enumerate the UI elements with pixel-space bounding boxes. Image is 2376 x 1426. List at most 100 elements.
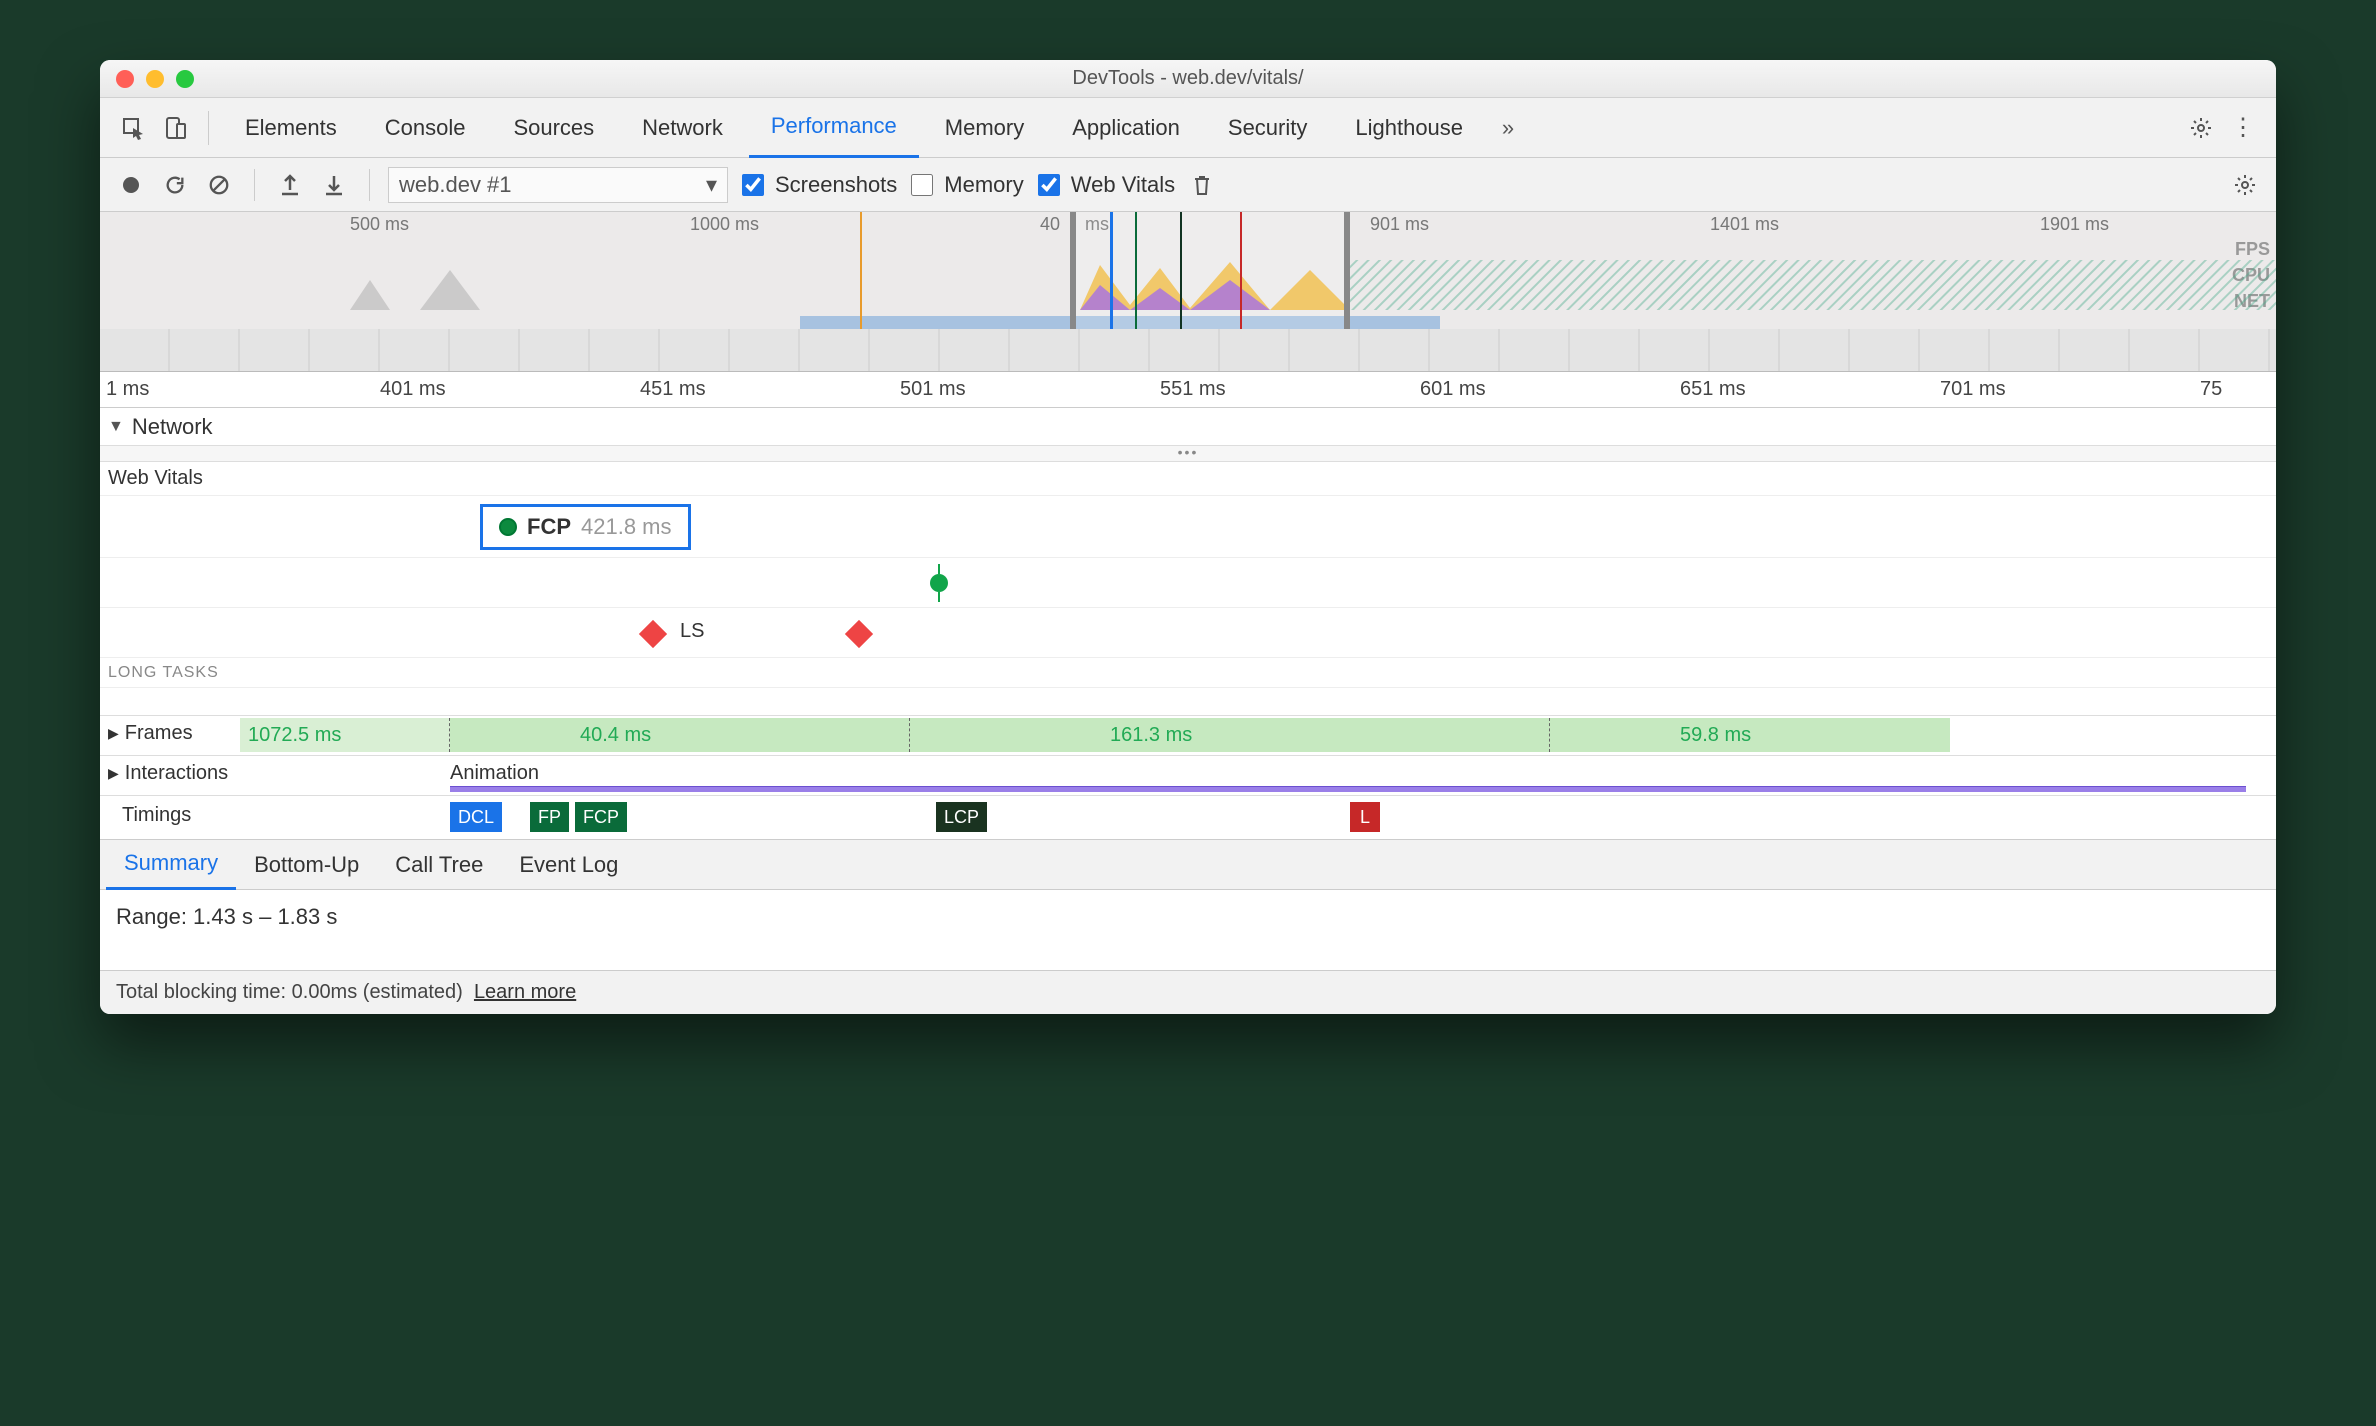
longtasks-header: LONG TASKS	[100, 658, 2276, 688]
timing-badge-fp[interactable]: FP	[530, 802, 569, 832]
settings-icon[interactable]	[2182, 109, 2220, 147]
summary-panel: Range: 1.43 s – 1.83 s	[100, 890, 2276, 970]
layout-shift-marker-icon[interactable]	[639, 620, 667, 648]
titlebar: DevTools - web.dev/vitals/	[100, 60, 2276, 98]
ruler-tick: 451 ms	[640, 378, 706, 401]
tab-network[interactable]: Network	[620, 98, 745, 158]
time-ruler[interactable]: 1 ms 401 ms 451 ms 501 ms 551 ms 601 ms …	[100, 372, 2276, 408]
overview-tick: 1401 ms	[1710, 214, 1779, 235]
overview-filmstrip	[100, 329, 2276, 371]
collapse-icon: ▼	[108, 418, 124, 436]
profile-select[interactable]: web.dev #1 ▾	[388, 167, 728, 203]
good-indicator-icon	[499, 518, 517, 536]
clear-button[interactable]	[202, 168, 236, 202]
overview-tick: 1901 ms	[2040, 214, 2109, 235]
details-tab-bottomup[interactable]: Bottom-Up	[236, 840, 377, 890]
ruler-tick: 1 ms	[106, 378, 149, 401]
window-title: DevTools - web.dev/vitals/	[100, 67, 2276, 90]
details-tabs: Summary Bottom-Up Call Tree Event Log	[100, 840, 2276, 890]
frame-block[interactable]: 1072.5 ms	[240, 718, 450, 752]
profile-select-value: web.dev #1	[399, 172, 512, 198]
record-button[interactable]	[114, 168, 148, 202]
details-tab-calltree[interactable]: Call Tree	[377, 840, 501, 890]
layout-shift-marker-icon[interactable]	[845, 620, 873, 648]
fcp-marker-tooltip[interactable]: FCP 421.8 ms	[480, 504, 691, 550]
webvitals-section-header: Web Vitals	[100, 462, 2276, 496]
tab-console[interactable]: Console	[363, 98, 488, 158]
overview-fps-label: FPS	[2232, 236, 2270, 262]
screenshots-checkbox[interactable]: Screenshots	[738, 171, 897, 199]
footer: Total blocking time: 0.00ms (estimated) …	[100, 970, 2276, 1014]
window-controls	[100, 70, 194, 88]
memory-checkbox[interactable]: Memory	[907, 171, 1023, 199]
overview-marker	[1180, 212, 1182, 329]
frame-block[interactable]: 40.4 ms	[450, 718, 910, 752]
details-tab-eventlog[interactable]: Event Log	[501, 840, 636, 890]
ruler-tick: 75	[2200, 378, 2222, 401]
maximize-window-button[interactable]	[176, 70, 194, 88]
timing-badge-fcp[interactable]: FCP	[575, 802, 627, 832]
capture-settings-icon[interactable]	[2228, 168, 2262, 202]
frame-block[interactable]: 59.8 ms	[1550, 718, 1950, 752]
frame-block[interactable]: 161.3 ms	[910, 718, 1550, 752]
device-toolbar-icon[interactable]	[156, 109, 194, 147]
tab-memory[interactable]: Memory	[923, 98, 1046, 158]
more-tabs-icon[interactable]: »	[1489, 109, 1527, 147]
overview-timeline[interactable]: 500 ms 1000 ms 40 ms 901 ms 1401 ms 1901…	[100, 212, 2276, 372]
reload-record-button[interactable]	[158, 168, 192, 202]
timings-row[interactable]: Timings DCL FP FCP LCP L	[100, 796, 2276, 840]
expand-icon: ▶	[108, 725, 119, 742]
devtools-window: DevTools - web.dev/vitals/ Elements Cons…	[100, 60, 2276, 1014]
tab-lighthouse[interactable]: Lighthouse	[1333, 98, 1485, 158]
kebab-menu-icon[interactable]: ⋮	[2224, 109, 2262, 147]
ruler-tick: 651 ms	[1680, 378, 1746, 401]
webvitals-lane-lcp[interactable]	[100, 558, 2276, 608]
ruler-tick: 501 ms	[900, 378, 966, 401]
save-profile-button[interactable]	[317, 168, 351, 202]
chevron-down-icon: ▾	[706, 172, 717, 198]
overview-marker	[1135, 212, 1137, 329]
frames-row[interactable]: ▶Frames 1072.5 ms 40.4 ms 161.3 ms 59.8 …	[100, 716, 2276, 756]
ls-label: LS	[680, 620, 704, 643]
network-section-header[interactable]: ▼ Network	[100, 408, 2276, 446]
longtasks-lane[interactable]	[100, 688, 2276, 716]
interactions-row[interactable]: ▶Interactions Animation	[100, 756, 2276, 796]
inspect-element-icon[interactable]	[114, 109, 152, 147]
tab-elements[interactable]: Elements	[223, 98, 359, 158]
timing-badge-load[interactable]: L	[1350, 802, 1380, 832]
overview-tick: 500 ms	[350, 214, 409, 235]
webvitals-lane-fcp[interactable]: FCP 421.8 ms	[100, 496, 2276, 558]
load-profile-button[interactable]	[273, 168, 307, 202]
performance-toolbar: web.dev #1 ▾ Screenshots Memory Web Vita…	[100, 158, 2276, 212]
tab-sources[interactable]: Sources	[491, 98, 616, 158]
interaction-animation-label: Animation	[450, 762, 539, 785]
tab-performance[interactable]: Performance	[749, 98, 919, 158]
overview-marker	[860, 212, 862, 329]
webvitals-lane-ls[interactable]: LS	[100, 608, 2276, 658]
timing-badge-dcl[interactable]: DCL	[450, 802, 502, 832]
animation-bar[interactable]	[450, 786, 2246, 792]
learn-more-link[interactable]: Learn more	[474, 981, 576, 1003]
delete-profile-button[interactable]	[1185, 168, 1219, 202]
close-window-button[interactable]	[116, 70, 134, 88]
overview-marker	[1240, 212, 1242, 329]
overview-tick: 901 ms	[1370, 214, 1429, 235]
details-tab-summary[interactable]: Summary	[106, 840, 236, 890]
summary-range: Range: 1.43 s – 1.83 s	[116, 904, 2260, 930]
expand-icon: ▶	[108, 765, 119, 782]
divider[interactable]: •••	[100, 446, 2276, 462]
webvitals-checkbox[interactable]: Web Vitals	[1034, 171, 1175, 199]
timing-badge-lcp[interactable]: LCP	[936, 802, 987, 832]
ruler-tick: 701 ms	[1940, 378, 2006, 401]
ruler-tick: 551 ms	[1160, 378, 1226, 401]
panel-tabs: Elements Console Sources Network Perform…	[100, 98, 2276, 158]
minimize-window-button[interactable]	[146, 70, 164, 88]
tbt-text: Total blocking time: 0.00ms (estimated)	[116, 981, 463, 1003]
ruler-tick: 401 ms	[380, 378, 446, 401]
lcp-marker-icon[interactable]	[930, 574, 948, 592]
overview-marker	[1110, 212, 1113, 329]
ruler-tick: 601 ms	[1420, 378, 1486, 401]
tab-security[interactable]: Security	[1206, 98, 1329, 158]
overview-tick: 1000 ms	[690, 214, 759, 235]
tab-application[interactable]: Application	[1050, 98, 1202, 158]
